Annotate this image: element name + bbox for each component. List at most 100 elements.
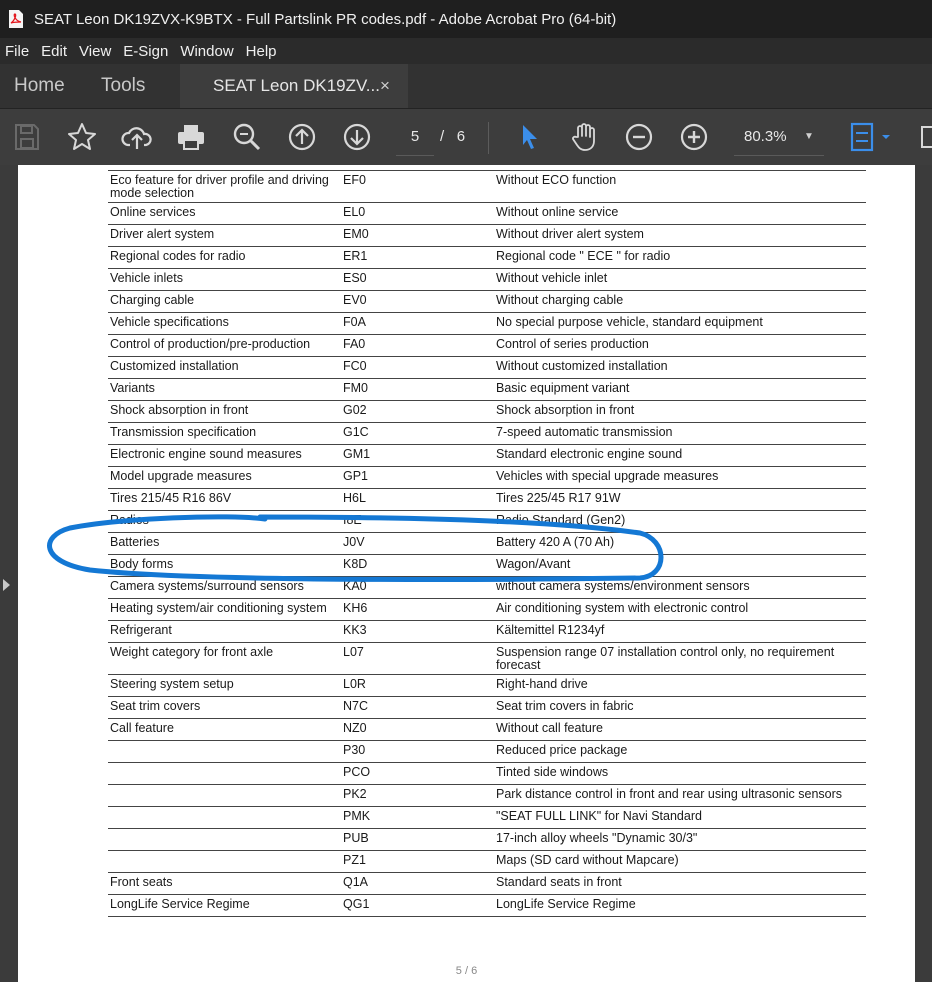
pr-code-cell: K8D [341, 554, 494, 577]
table-row: Weight category for front axle L07 Suspens… [108, 642, 866, 675]
menu-file[interactable]: File [0, 43, 36, 60]
pr-code-cell: QG1 [341, 894, 494, 917]
option-family-cell: Batteries [108, 532, 341, 555]
option-description-cell: Without vehicle inlet [494, 268, 866, 291]
page-number-input[interactable]: 5 [396, 115, 434, 156]
pr-code-cell: Q1A [341, 872, 494, 895]
option-family-cell: Camera systems/surround sensors [108, 576, 341, 599]
option-family-cell: Variants [108, 378, 341, 401]
menu-window[interactable]: Window [175, 43, 240, 60]
upload-cloud-icon[interactable] [121, 121, 153, 153]
option-family-cell: Shock absorption in front [108, 400, 341, 423]
option-family-cell: Driver alert system [108, 224, 341, 247]
menu-esign[interactable]: E-Sign [118, 43, 175, 60]
option-description-cell: Tinted side windows [494, 762, 866, 785]
table-row: Control of production/pre-production FA0 C… [108, 334, 866, 357]
hand-tool-icon[interactable] [568, 121, 600, 153]
option-family-cell: Vehicle inlets [108, 268, 341, 291]
table-row: Camera systems/surround sensors KA0 withou… [108, 576, 866, 599]
pr-code-cell: PMK [341, 806, 494, 829]
option-description-cell: Right-hand drive [494, 674, 866, 697]
option-description-cell: Radio Standard (Gen2) [494, 510, 866, 533]
option-family-cell: Vehicle specifications [108, 312, 341, 335]
option-description-cell: 7-speed automatic transmission [494, 422, 866, 445]
pr-code-cell: PUB [341, 828, 494, 851]
table-row: Model upgrade measures GP1 Vehicles with s… [108, 466, 866, 489]
option-description-cell: Basic equipment variant [494, 378, 866, 401]
option-family-cell: Weight category for front axle [108, 642, 341, 675]
page-down-icon[interactable] [341, 121, 373, 153]
option-description-cell: Without charging cable [494, 290, 866, 313]
option-family-cell [108, 740, 341, 763]
table-row: Refrigerant KK3 Kältemittel R1234yf [108, 620, 866, 643]
table-row: Variants FM0 Basic equipment variant [108, 378, 866, 401]
pr-code-cell: J0V [341, 532, 494, 555]
table-row: Driver alert system EM0 Without driver ale… [108, 224, 866, 247]
expand-panel-icon[interactable] [3, 579, 10, 591]
zoom-search-icon[interactable] [231, 121, 263, 153]
option-family-cell: Control of production/pre-production [108, 334, 341, 357]
table-row: Vehicle specifications F0A No special purp… [108, 312, 866, 335]
page-up-icon[interactable] [286, 121, 318, 153]
option-description-cell: Suspension range 07 installation control… [494, 642, 866, 675]
select-cursor-icon[interactable] [514, 121, 546, 153]
option-family-cell: Radios [108, 510, 341, 533]
table-row: Front seats Q1A Standard seats in front [108, 872, 866, 895]
pr-code-cell: L07 [341, 642, 494, 675]
print-icon[interactable] [175, 121, 207, 153]
menu-help[interactable]: Help [241, 43, 284, 60]
window-title: SEAT Leon DK19ZVX-K9BTX - Full Partslink… [34, 10, 617, 28]
option-description-cell: Park distance control in front and rear … [494, 784, 866, 807]
option-description-cell: Without ECO function [494, 170, 866, 203]
option-description-cell: Vehicles with special upgrade measures [494, 466, 866, 489]
option-description-cell: "SEAT FULL LINK" for Navi Standard [494, 806, 866, 829]
tab-bar: Home Tools SEAT Leon DK19ZV... × [0, 64, 932, 109]
option-family-cell: Model upgrade measures [108, 466, 341, 489]
save-icon[interactable] [11, 121, 43, 153]
pr-code-cell: KH6 [341, 598, 494, 621]
option-family-cell: Charging cable [108, 290, 341, 313]
pr-code-cell: ES0 [341, 268, 494, 291]
pdf-page: Eco feature for driver profile and drivi… [18, 165, 915, 982]
table-row: Transmission specification G1C 7-speed aut… [108, 422, 866, 445]
zoom-level-select[interactable]: 80.3% ▼ [734, 115, 824, 156]
option-family-cell: Front seats [108, 872, 341, 895]
table-row: Regional codes for radio ER1 Regional code… [108, 246, 866, 269]
pr-code-cell: PZ1 [341, 850, 494, 873]
tab-document[interactable]: SEAT Leon DK19ZV... × [180, 64, 408, 108]
page-fit-icon[interactable] [848, 121, 892, 153]
menu-view[interactable]: View [74, 43, 118, 60]
pr-code-cell: GM1 [341, 444, 494, 467]
page-footer-number: 5 / 6 [455, 965, 478, 977]
tab-tools[interactable]: Tools [101, 64, 145, 108]
bookmark-star-icon[interactable] [66, 121, 98, 153]
table-row: Online services EL0 Without online service [108, 202, 866, 225]
pr-code-cell: FA0 [341, 334, 494, 357]
table-row: Batteries J0V Battery 420 A (70 Ah) [108, 532, 866, 555]
chevron-down-icon: ▼ [804, 131, 814, 142]
close-tab-icon[interactable]: × [380, 64, 390, 108]
table-row: Tires 215/45 R16 86V H6L Tires 225/45 R17 … [108, 488, 866, 511]
pr-code-cell: F0A [341, 312, 494, 335]
table-row: Shock absorption in front G02 Shock absorp… [108, 400, 866, 423]
pr-code-cell: ER1 [341, 246, 494, 269]
page-count: / 6 [440, 115, 465, 155]
right-scroll-rail[interactable] [915, 165, 932, 982]
option-family-cell [108, 784, 341, 807]
table-row: LongLife Service Regime QG1 LongLife Servi… [108, 894, 866, 917]
option-description-cell: without camera systems/environment senso… [494, 576, 866, 599]
acrobat-icon [9, 10, 23, 28]
table-row: Radios I8E Radio Standard (Gen2) [108, 510, 866, 533]
zoom-in-icon[interactable] [678, 121, 710, 153]
option-family-cell: Regional codes for radio [108, 246, 341, 269]
total-pages: 6 [456, 128, 466, 145]
pr-code-cell: GP1 [341, 466, 494, 489]
zoom-out-icon[interactable] [623, 121, 655, 153]
tab-home[interactable]: Home [14, 64, 65, 108]
table-row: Body forms K8D Wagon/Avant [108, 554, 866, 577]
menu-edit[interactable]: Edit [36, 43, 74, 60]
more-tools-icon[interactable] [918, 121, 932, 153]
option-family-cell [108, 850, 341, 873]
option-family-cell: Online services [108, 202, 341, 225]
toolbar-divider [488, 122, 489, 154]
